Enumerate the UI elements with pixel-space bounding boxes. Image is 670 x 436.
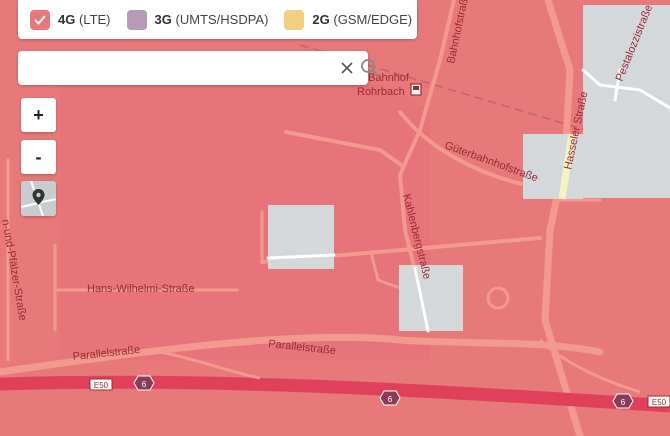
checkmark-icon xyxy=(34,14,46,25)
legend-2g[interactable]: 2G (GSM/EDGE) xyxy=(284,9,413,30)
search-input[interactable] xyxy=(24,55,318,83)
legend-2g-label: 2G (GSM/EDGE) xyxy=(312,12,413,27)
legend-4g[interactable]: 4G (LTE) xyxy=(30,9,111,30)
legend-4g-label: 4G (LTE) xyxy=(58,12,111,27)
route-6-shield-c: 6 xyxy=(612,393,634,409)
checkbox-3g[interactable] xyxy=(126,9,147,30)
checkbox-4g[interactable] xyxy=(30,9,50,30)
train-station-icon xyxy=(410,83,422,96)
label-rohrbach: Rohrbach xyxy=(357,86,405,98)
svg-text:E50: E50 xyxy=(94,381,109,390)
search-icon[interactable] xyxy=(358,56,382,80)
checkbox-2g[interactable] xyxy=(284,9,305,30)
zoom-out-button[interactable]: - xyxy=(21,140,56,174)
coverage-legend: 4G (LTE) 3G (UMTS/HSDPA) 2G (GSM/EDGE) xyxy=(18,0,417,39)
search-box xyxy=(18,51,379,85)
zoom-in-button[interactable]: + xyxy=(21,98,56,132)
svg-text:6: 6 xyxy=(621,398,626,407)
legend-3g-label: 3G (UMTS/HSDPA) xyxy=(154,12,269,27)
svg-text:E50: E50 xyxy=(652,398,667,407)
label-hans-wilhelmi: Hans-Wilhelmi-Straße xyxy=(87,283,195,295)
svg-text:6: 6 xyxy=(388,395,393,404)
e50-shield-left: E50 xyxy=(89,378,113,391)
e50-shield-right: E50 xyxy=(647,395,670,408)
no-coverage-1 xyxy=(268,205,334,269)
route-6-shield-b: 6 xyxy=(379,390,401,406)
route-6-shield-a: 6 xyxy=(133,375,155,391)
map-type-button[interactable] xyxy=(21,181,56,216)
map-pin-icon xyxy=(21,181,56,216)
svg-text:6: 6 xyxy=(142,380,147,389)
legend-3g[interactable]: 3G (UMTS/HSDPA) xyxy=(126,9,269,30)
close-icon[interactable] xyxy=(338,59,356,77)
coverage-dense-area xyxy=(60,62,430,360)
